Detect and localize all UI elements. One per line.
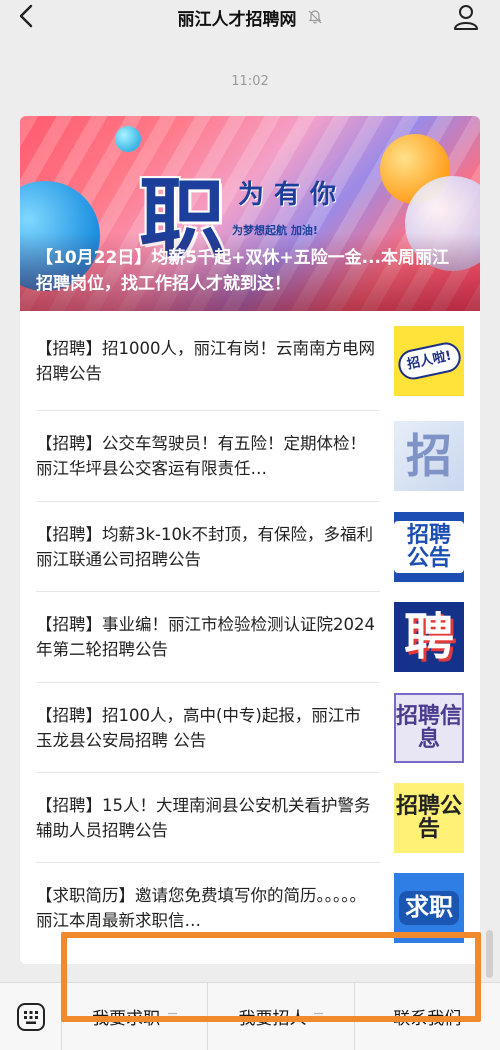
article-item[interactable]: 【招聘】招100人，高中(中专)起报，丽江市玉龙县公安局招聘 公告 招聘信息 <box>36 683 464 773</box>
banner-headline: 【10月22日】均薪5千起+双休+五险一金...本周丽江招聘岗位，找工作招人才就… <box>20 233 480 311</box>
keyboard-toggle-button[interactable] <box>0 982 62 1050</box>
article-title: 【求职简历】邀请您免费填写你的简历。。。。。丽江本周最新求职信… <box>36 886 366 930</box>
article-title: 【招聘】公交车驾驶员！有五险！定期体检！丽江华坪县公交客运有限责任… <box>36 434 366 478</box>
article-title: 【招聘】15人！大理南涧县公安机关看护警务辅助人员招聘公告 <box>36 796 371 840</box>
article-thumbnail: 招聘信息 <box>394 693 464 763</box>
article-item[interactable]: 【招聘】事业编！丽江市检验检测认证院2024年第二轮招聘公告 聘 <box>36 592 464 682</box>
banner-article[interactable]: 职 为有你 为梦想起航 加油! 【10月22日】均薪5千起+双休+五险一金...… <box>20 116 480 311</box>
message-timestamp: 11:02 <box>231 74 269 89</box>
article-thumbnail: 招聘公告 <box>394 512 464 582</box>
menu-job-seeker[interactable]: 我要求职 <box>62 982 209 1050</box>
menu-recruiter[interactable]: 我要招人 <box>208 982 355 1050</box>
service-menu-bar: 我要求职 我要招人 联系我们 <box>0 982 500 1050</box>
keyboard-icon <box>16 1002 45 1031</box>
banner-ball <box>115 126 141 152</box>
article-card: 职 为有你 为梦想起航 加油! 【10月22日】均薪5千起+双休+五险一金...… <box>20 116 480 964</box>
article-thumbnail: 招人啦! <box>394 326 464 396</box>
article-title: 【招聘】招1000人，丽江有岗！云南南方电网招聘公告 <box>36 339 375 383</box>
banner-slogan: 为有你 <box>238 180 347 210</box>
submenu-icon <box>168 1012 178 1021</box>
submenu-icon <box>314 1012 324 1021</box>
menu-label: 我要求职 <box>92 1009 161 1029</box>
menu-contact-us[interactable]: 联系我们 <box>355 983 500 1050</box>
scrollbar-thumb[interactable] <box>486 930 493 978</box>
article-item[interactable]: 【招聘】15人！大理南涧县公安机关看护警务辅助人员招聘公告 招聘公告 <box>36 773 464 863</box>
menu-label: 我要招人 <box>238 1009 307 1029</box>
back-arrow-icon[interactable] <box>14 3 40 29</box>
chat-header: 丽江人才招聘网 <box>0 0 500 34</box>
article-thumbnail: 聘 <box>394 602 464 672</box>
article-title: 【招聘】均薪3k-10k不封顶，有保险，多福利丽江联通公司招聘公告 <box>36 525 374 569</box>
mute-bell-icon <box>308 10 321 24</box>
article-item[interactable]: 【招聘】招1000人，丽江有岗！云南南方电网招聘公告 招人啦! <box>36 316 464 406</box>
article-thumbnail: 招聘公告 <box>394 783 464 853</box>
chat-title: 丽江人才招聘网 <box>177 9 297 30</box>
article-item[interactable]: 【招聘】均薪3k-10k不封顶，有保险，多福利丽江联通公司招聘公告 招聘公告 <box>36 502 464 592</box>
menu-label: 联系我们 <box>393 1009 462 1029</box>
article-thumbnail: 招 <box>394 421 464 491</box>
article-item[interactable]: 【招聘】公交车驾驶员！有五险！定期体检！丽江华坪县公交客运有限责任… 招 <box>36 411 464 501</box>
article-title: 【招聘】事业编！丽江市检验检测认证院2024年第二轮招聘公告 <box>36 615 375 659</box>
article-thumbnail: 求职 <box>394 873 464 943</box>
article-item[interactable]: 【求职简历】邀请您免费填写你的简历。。。。。丽江本周最新求职信… 求职 <box>36 863 464 953</box>
article-title: 【招聘】招100人，高中(中专)起报，丽江市玉龙县公安局招聘 公告 <box>36 706 361 750</box>
profile-icon[interactable] <box>452 3 480 31</box>
